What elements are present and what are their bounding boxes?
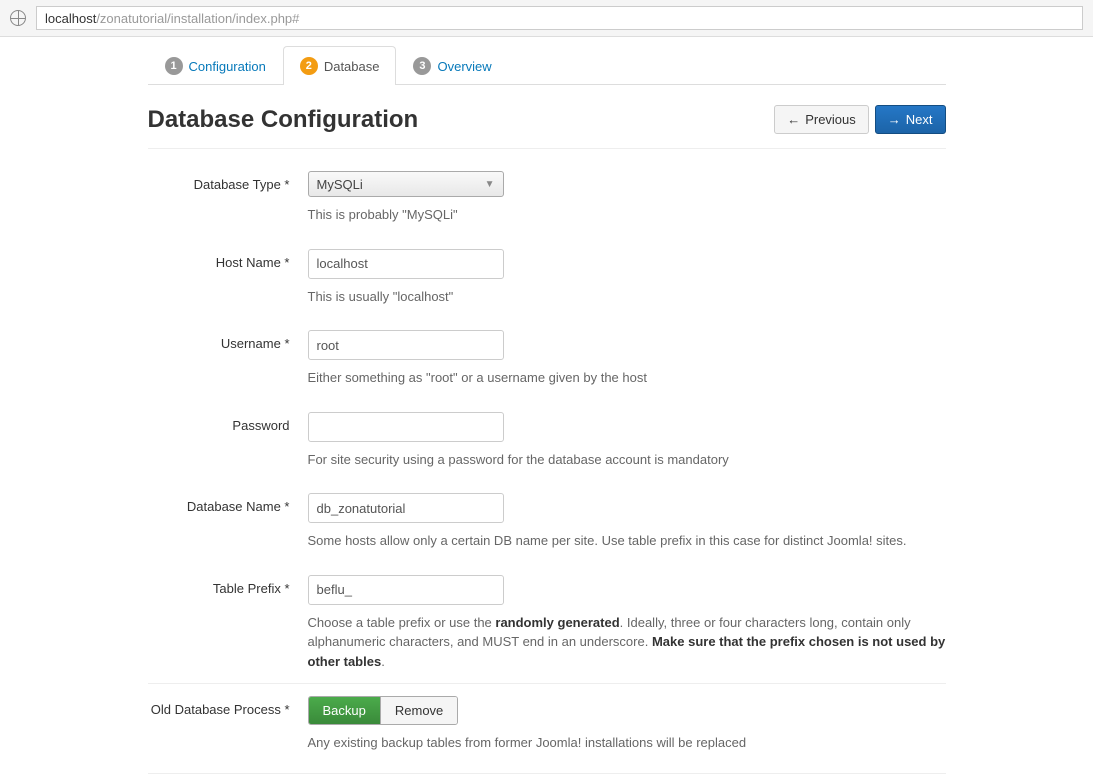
button-label: Previous xyxy=(805,112,856,127)
field-row-old-database: Old Database Process * Backup Remove Any… xyxy=(148,683,946,765)
help-text: Any existing backup tables from former J… xyxy=(308,733,946,753)
step-number: 1 xyxy=(165,57,183,75)
previous-button[interactable]: Previous xyxy=(774,105,869,134)
install-steps-tabs: 1 Configuration 2 Database 3 Overview xyxy=(148,45,946,85)
arrow-right-icon xyxy=(888,112,901,127)
database-name-input[interactable] xyxy=(308,493,504,523)
next-button[interactable]: Next xyxy=(875,105,946,134)
divider xyxy=(148,773,946,774)
field-row-username: Username * Either something as "root" or… xyxy=(148,318,946,400)
username-input[interactable] xyxy=(308,330,504,360)
field-row-database-name: Database Name * Some hosts allow only a … xyxy=(148,481,946,563)
help-text: For site security using a password for t… xyxy=(308,450,946,470)
tab-overview[interactable]: 3 Overview xyxy=(396,46,508,85)
tab-database[interactable]: 2 Database xyxy=(283,46,397,85)
page-title: Database Configuration xyxy=(148,106,419,134)
field-row-table-prefix: Table Prefix * Choose a table prefix or … xyxy=(148,563,946,684)
help-text: Choose a table prefix or use the randoml… xyxy=(308,613,946,672)
url-host: localhost xyxy=(45,11,96,26)
form-area: Database Type * MySQLi ▼ This is probabl… xyxy=(148,149,946,774)
field-row-password: Password For site security using a passw… xyxy=(148,400,946,482)
page-header: Database Configuration Previous Next xyxy=(148,85,946,149)
tab-label: Overview xyxy=(437,59,491,74)
nav-buttons: Previous Next xyxy=(774,105,945,134)
step-number: 2 xyxy=(300,57,318,75)
database-type-select[interactable]: MySQLi ▼ xyxy=(308,171,504,197)
help-text: This is probably "MySQLi" xyxy=(308,205,946,225)
host-name-input[interactable] xyxy=(308,249,504,279)
browser-address-bar: localhost/zonatutorial/installation/inde… xyxy=(0,0,1093,37)
table-prefix-input[interactable] xyxy=(308,575,504,605)
tab-label: Database xyxy=(324,59,380,74)
help-text: Some hosts allow only a certain DB name … xyxy=(308,531,946,551)
field-label: Host Name * xyxy=(148,249,308,270)
password-input[interactable] xyxy=(308,412,504,442)
field-label: Old Database Process * xyxy=(148,696,308,717)
field-label: Username * xyxy=(148,330,308,351)
url-input[interactable]: localhost/zonatutorial/installation/inde… xyxy=(36,6,1083,30)
field-label: Table Prefix * xyxy=(148,575,308,596)
backup-option[interactable]: Backup xyxy=(309,697,381,724)
field-row-database-type: Database Type * MySQLi ▼ This is probabl… xyxy=(148,159,946,237)
button-label: Next xyxy=(906,112,933,127)
globe-icon xyxy=(10,10,26,26)
arrow-left-icon xyxy=(787,112,800,127)
field-label: Password xyxy=(148,412,308,433)
field-label: Database Type * xyxy=(148,171,308,192)
help-text: This is usually "localhost" xyxy=(308,287,946,307)
tab-label: Configuration xyxy=(189,59,266,74)
tab-configuration[interactable]: 1 Configuration xyxy=(148,46,283,85)
remove-option[interactable]: Remove xyxy=(381,697,457,724)
field-row-host-name: Host Name * This is usually "localhost" xyxy=(148,237,946,319)
field-label: Database Name * xyxy=(148,493,308,514)
select-value: MySQLi xyxy=(317,177,363,192)
url-path: /zonatutorial/installation/index.php# xyxy=(96,11,299,26)
chevron-down-icon: ▼ xyxy=(485,179,495,190)
old-database-toggle: Backup Remove xyxy=(308,696,459,725)
help-text: Either something as "root" or a username… xyxy=(308,368,946,388)
step-number: 3 xyxy=(413,57,431,75)
